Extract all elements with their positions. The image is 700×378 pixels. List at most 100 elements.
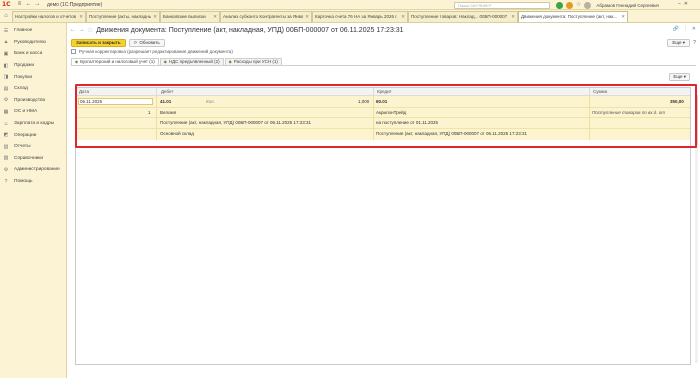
open-tabs-bar: ⌂ Настройки налогов и отчетов ✕ Поступлен… bbox=[0, 10, 700, 23]
favorite-star-icon[interactable]: ☆ bbox=[87, 26, 93, 34]
operations-icon: ◩ bbox=[3, 132, 9, 139]
close-tab-icon[interactable]: ✕ bbox=[213, 12, 217, 22]
catalog-icon: ▧ bbox=[3, 155, 9, 162]
save-and-close-button[interactable]: Записать и закрыть bbox=[71, 38, 126, 47]
close-tab-icon[interactable]: ✕ bbox=[305, 12, 309, 22]
bank-icon: ▣ bbox=[3, 50, 9, 57]
tab-vat[interactable]: ◆ НДС предъявленный (2) bbox=[159, 58, 224, 65]
column-header-date[interactable]: Дата bbox=[76, 88, 89, 96]
close-form-icon[interactable]: ✕ bbox=[692, 26, 696, 32]
credit-subconto-2[interactable]: на поступление от 01.11.2025 bbox=[376, 120, 438, 126]
sidebar-item-help[interactable]: ? Помощь bbox=[0, 176, 66, 188]
global-search-input[interactable]: Поиск Ctrl+Shift+F bbox=[454, 1, 550, 9]
sidebar-item-admin[interactable]: ⚙ Администрирование bbox=[0, 164, 66, 176]
minimize-icon[interactable]: – bbox=[678, 1, 681, 7]
sidebar-item-operations[interactable]: ◩ Операции bbox=[0, 129, 66, 141]
cart-icon: ◨ bbox=[3, 74, 9, 81]
sidebar-item-bank[interactable]: ▣ Банк и касса bbox=[0, 48, 66, 60]
refresh-button[interactable]: ⟳ Обновить bbox=[128, 38, 165, 47]
debit-subconto-3[interactable]: Основной склад bbox=[160, 131, 194, 137]
warehouse-icon: ▤ bbox=[3, 85, 9, 92]
reports-icon: ▥ bbox=[3, 143, 9, 150]
table-header: Дата Дебет Кредит Сумма bbox=[76, 88, 690, 96]
form-header: ← → ☆ Движения документа: Поступление (а… bbox=[67, 23, 700, 37]
close-tab-icon[interactable]: ✕ bbox=[511, 12, 515, 22]
close-tab-icon[interactable]: ✕ bbox=[401, 12, 405, 22]
tab-account-card[interactable]: Карточка счета 76 НА за Январь 2026 г. .… bbox=[312, 11, 408, 22]
row-number: 1 bbox=[148, 110, 151, 115]
sum-value[interactable]: 350,00 bbox=[670, 99, 684, 105]
app-logo: 1С bbox=[2, 0, 11, 8]
sidebar-item-warehouse[interactable]: ▤ Склад bbox=[0, 83, 66, 95]
sidebar-item-purchases[interactable]: ◨ Покупки bbox=[0, 71, 66, 83]
person-icon: ☺ bbox=[3, 120, 9, 127]
forward-icon[interactable]: → bbox=[34, 1, 41, 8]
debit-subconto-2[interactable]: Поступление (акт, накладная, УПД) 00БП-0… bbox=[160, 120, 311, 126]
debit-qty[interactable]: 1,000 bbox=[358, 99, 369, 105]
tab-goods-receipt[interactable]: Поступление товаров: Наклад... 00БП-0000… bbox=[408, 11, 518, 22]
column-header-credit[interactable]: Кредит bbox=[374, 88, 392, 96]
home-tab-icon[interactable]: ⌂ bbox=[0, 10, 12, 23]
notifications-icon[interactable] bbox=[556, 1, 563, 9]
title-bar: 1С ≡ ← → демо (1С:Предприятие) Поиск Ctr… bbox=[0, 0, 700, 10]
column-divider bbox=[156, 96, 157, 140]
more-vertical-icon[interactable]: ⋮ bbox=[683, 26, 688, 32]
debit-subconto-1[interactable]: Веломя bbox=[160, 110, 176, 116]
tab-tax-settings[interactable]: Настройки налогов и отчетов ✕ bbox=[12, 11, 86, 22]
sidebar-item-main[interactable]: ☰ Главное bbox=[0, 25, 66, 37]
manual-correction-checkbox[interactable] bbox=[71, 48, 76, 54]
table-row[interactable]: 06.11.2025 1 41.01 Кол. 1,000 Веломя Пос… bbox=[76, 96, 690, 140]
manual-correction-label[interactable]: Ручная корректировка (разрешает редактир… bbox=[79, 49, 233, 54]
sidebar-item-payroll[interactable]: ☺ Зарплата и кадры bbox=[0, 118, 66, 130]
user-name[interactable]: Абрамов Геннадий Сергеевич bbox=[596, 3, 659, 8]
production-icon: ⚙ bbox=[3, 97, 9, 104]
movements-table: Дата Дебет Кредит Сумма 06.11.2025 1 41.… bbox=[75, 87, 691, 365]
debit-qty-label: Кол. bbox=[206, 99, 215, 104]
favorites-icon[interactable]: ☆ bbox=[576, 2, 581, 9]
more-button[interactable]: Еще ▾ bbox=[667, 38, 690, 47]
back-arrow-icon[interactable]: ← bbox=[69, 27, 76, 33]
form-toolbar: Записать и закрыть ⟳ Обновить Еще ▾ ? bbox=[67, 37, 700, 48]
history-icon[interactable] bbox=[566, 1, 573, 9]
credit-subconto-3[interactable]: Поступление (акт, накладная, УПД) 00БП-0… bbox=[376, 131, 527, 137]
column-header-debit[interactable]: Дебет bbox=[158, 88, 173, 96]
app-title: демо (1С:Предприятие) bbox=[47, 1, 103, 8]
column-divider bbox=[373, 96, 374, 140]
sidebar-item-sales[interactable]: ◧ Продажи bbox=[0, 60, 66, 72]
close-window-icon[interactable]: ✕ bbox=[684, 1, 688, 7]
sidebar-item-manager[interactable]: ▲ Руководителю bbox=[0, 37, 66, 49]
hamburger-icon[interactable]: ≡ bbox=[16, 1, 23, 8]
table-more-button[interactable]: Еще ▾ bbox=[669, 73, 690, 81]
scrollbar-thumb[interactable] bbox=[695, 95, 698, 145]
forward-arrow-icon[interactable]: → bbox=[78, 27, 85, 33]
tab-accounting[interactable]: ◆ Бухгалтерский и налоговый учет (1) bbox=[71, 58, 159, 65]
close-tab-icon[interactable]: ✕ bbox=[153, 12, 157, 22]
tab-document-movements[interactable]: Движения документа: Поступление (акт, на… bbox=[518, 11, 628, 22]
column-header-sum[interactable]: Сумма bbox=[590, 88, 607, 96]
close-tab-icon[interactable]: ✕ bbox=[621, 12, 625, 22]
sidebar-item-fixed-assets[interactable]: ▦ ОС и НМА bbox=[0, 106, 66, 118]
sidebar-item-production[interactable]: ⚙ Производство bbox=[0, 95, 66, 107]
sidebar-item-catalogs[interactable]: ▧ Справочники bbox=[0, 153, 66, 165]
close-tab-icon[interactable]: ✕ bbox=[79, 12, 83, 22]
help-button[interactable]: ? bbox=[691, 39, 698, 47]
back-icon[interactable]: ← bbox=[25, 1, 32, 8]
tab-subconto-analysis[interactable]: Анализ субконто Контрагенты за Январь 20… bbox=[220, 11, 312, 22]
sidebar-item-reports[interactable]: ▥ Отчеты bbox=[0, 141, 66, 153]
entry-content[interactable]: Поступление товаров по вх.д. от bbox=[592, 110, 665, 116]
assets-icon: ▦ bbox=[3, 108, 9, 115]
tab-usn-expenses[interactable]: ◆ Расходы при УСН (1) bbox=[224, 58, 282, 65]
column-divider bbox=[156, 88, 157, 96]
tab-receipts-list[interactable]: Поступление (акты, накладные, УПД)✕ bbox=[86, 11, 160, 22]
credit-account[interactable]: 60.01 bbox=[376, 99, 387, 105]
date-cell[interactable]: 06.11.2025 bbox=[78, 98, 153, 105]
row-divider bbox=[76, 107, 690, 108]
tab-bank-statements[interactable]: Банковские выписки ✕ bbox=[160, 11, 220, 22]
column-divider bbox=[589, 96, 590, 140]
debit-account[interactable]: 41.01 bbox=[160, 99, 171, 105]
sections-sidebar: ☰ Главное ▲ Руководителю ▣ Банк и касса ◧ Пр… bbox=[0, 23, 67, 378]
link-icon[interactable]: 🔗 bbox=[673, 26, 679, 32]
user-avatar[interactable] bbox=[584, 1, 592, 9]
credit-subconto-1[interactable]: АкрилонТрейд bbox=[376, 110, 406, 116]
help-icon: ? bbox=[4, 178, 8, 185]
